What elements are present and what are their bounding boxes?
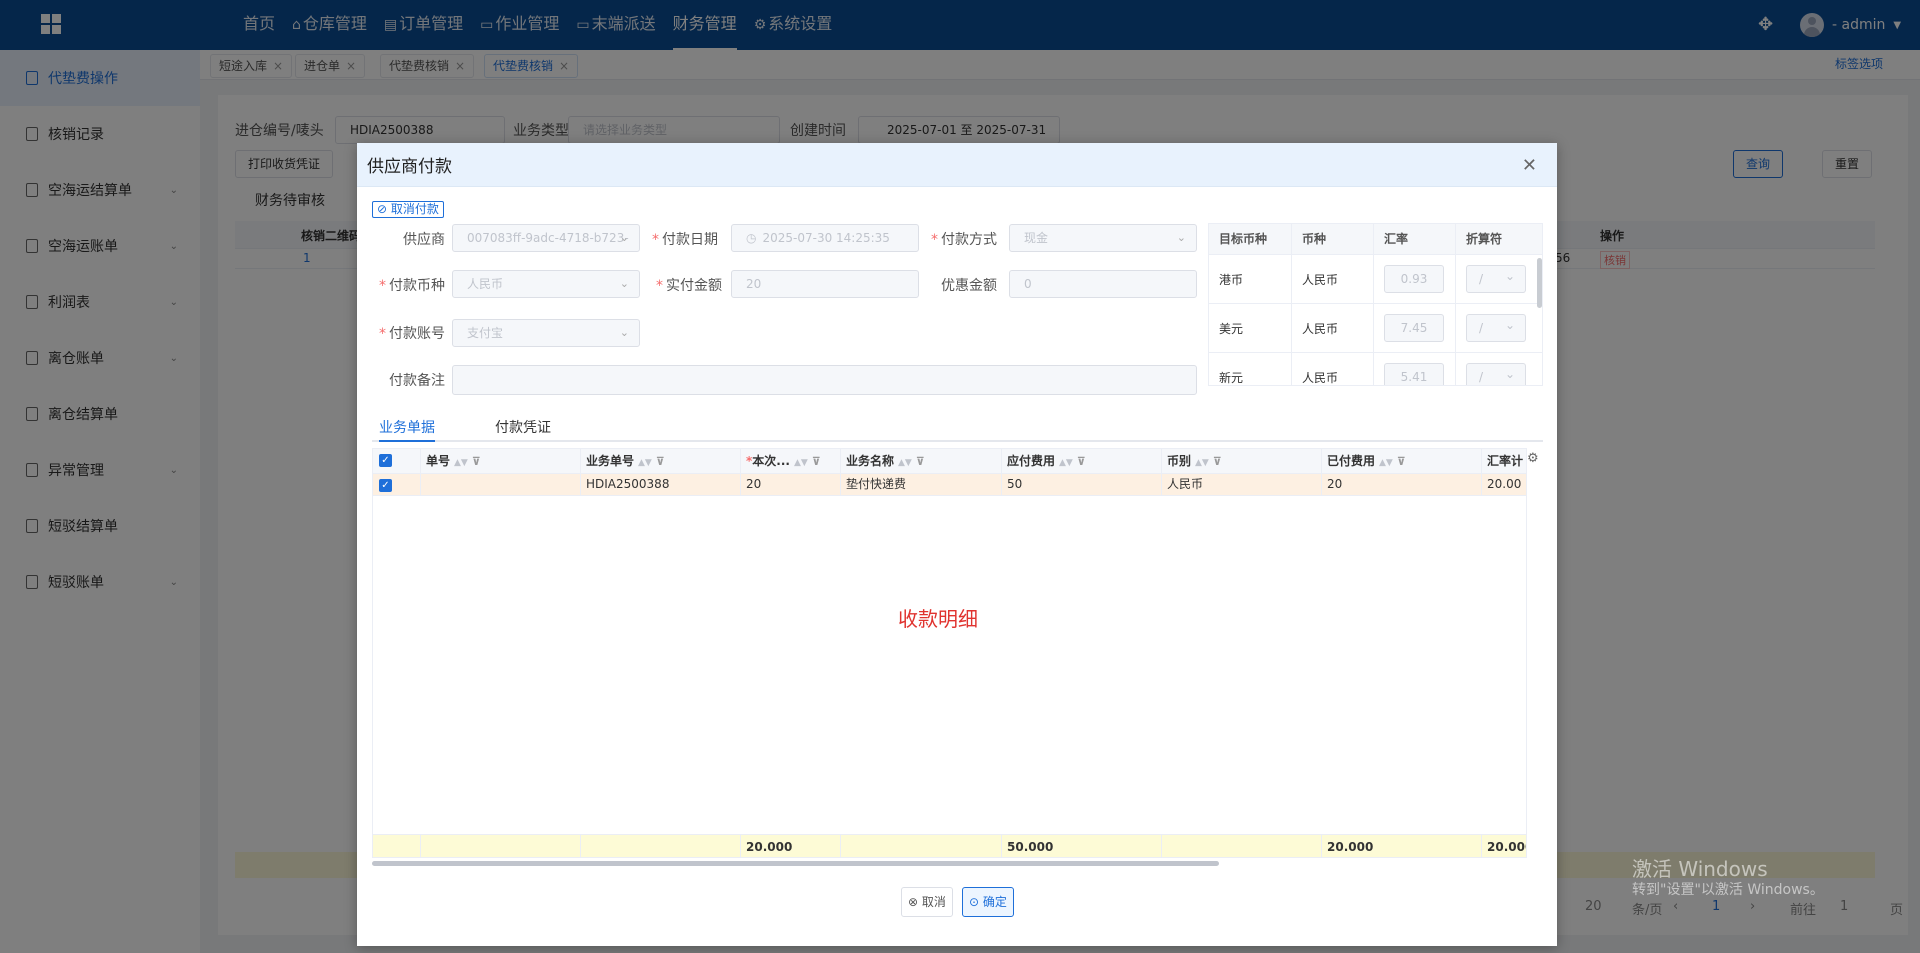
clock-icon: ◷ [746, 231, 757, 245]
confirm-button[interactable]: ⊙ 确定 [962, 887, 1014, 917]
rate-row: 港币 人民币 0.93 / [1209, 254, 1542, 303]
remark-label: 付款备注 [389, 373, 445, 389]
currency-label: * 付款币种 [379, 278, 445, 294]
col-biz-name[interactable]: 业务名称 ▲▼ ⊽ [841, 449, 1002, 473]
dialog-title: 供应商付款 [367, 157, 452, 177]
tab-business-docs[interactable]: 业务单据 [379, 418, 435, 442]
sort-icon[interactable]: ▲▼ [1379, 458, 1393, 468]
sum-payable: 50.000 [1002, 835, 1162, 857]
sum-paid: 20.000 [1322, 835, 1482, 857]
sort-icon[interactable]: ▲▼ [898, 458, 912, 468]
row-checkbox[interactable]: ✓ [379, 479, 392, 492]
actual-amount-input[interactable]: 20 [731, 270, 919, 298]
sort-icon[interactable]: ▲▼ [638, 458, 652, 468]
grid-horizontal-scrollbar[interactable] [372, 861, 1219, 866]
column-settings-icon[interactable]: ⚙ [1527, 451, 1539, 466]
filter-icon[interactable]: ⊽ [472, 455, 481, 468]
windows-watermark: 激活 Windows 转到"设置"以激活 Windows。 [1632, 857, 1824, 898]
cell-payable: 50 [1002, 474, 1162, 495]
col-no[interactable]: 单号 ▲▼ ⊽ [421, 449, 581, 473]
sum-rate-calc: 20.000 [1487, 840, 1526, 854]
filter-icon[interactable]: ⊽ [1397, 455, 1406, 468]
conversion-operator-select[interactable]: / [1466, 361, 1526, 385]
filter-icon[interactable]: ⊽ [916, 455, 925, 468]
dialog-tabs: 业务单据 付款凭证 [372, 418, 1543, 442]
rate-table-scrollbar[interactable] [1537, 258, 1542, 308]
sum-current: 20.000 [741, 835, 841, 857]
sort-icon[interactable]: ▲▼ [794, 458, 808, 468]
cell-biz-no: HDIA2500388 [581, 474, 741, 495]
filter-icon[interactable]: ⊽ [1077, 455, 1086, 468]
cell-current[interactable]: 20 [741, 474, 841, 495]
tab-payment-voucher[interactable]: 付款凭证 [495, 418, 551, 438]
sort-icon[interactable]: ▲▼ [1195, 458, 1209, 468]
rate-input[interactable]: 0.93 [1384, 265, 1444, 293]
filter-icon[interactable]: ⊽ [656, 455, 665, 468]
filter-icon[interactable]: ⊽ [1213, 455, 1222, 468]
cell-paid: 20 [1322, 474, 1482, 495]
conversion-operator-select[interactable]: / [1466, 263, 1526, 293]
supplier-payment-dialog: 供应商付款 ✕ ⊘ 取消付款 供应商 007083ff-9adc-4718-b7… [357, 143, 1557, 946]
discount-label: 优惠金额 [941, 278, 997, 294]
pay-method-select[interactable]: 现金 ⌄ [1009, 224, 1197, 252]
col-payable[interactable]: 应付费用 ▲▼ ⊽ [1002, 449, 1162, 473]
col-biz-no[interactable]: 业务单号 ▲▼ ⊽ [581, 449, 741, 473]
rate-row: 新元 人民币 5.41 / [1209, 352, 1542, 385]
table-row[interactable]: ✓ HDIA2500388 20 垫付快递费 50 人民币 20 20.00 [373, 474, 1526, 496]
pay-method-label: * 付款方式 [931, 232, 997, 248]
supplier-select[interactable]: 007083ff-9adc-4718-b723- ⌄ [452, 224, 640, 252]
rate-input[interactable]: 7.45 [1384, 314, 1444, 342]
cell-rate-calc: 20.00 [1487, 477, 1522, 491]
cell-no [421, 474, 581, 495]
pay-date-picker[interactable]: ◷ 2025-07-30 14:25:35 [731, 224, 919, 252]
receipt-detail-label: 收款明细 [898, 607, 978, 631]
rate-row: 美元 人民币 7.45 / [1209, 303, 1542, 352]
actual-amount-label: * 实付金额 [656, 278, 722, 294]
grid-summary-row: 20.000 50.000 20.000 20.000 [373, 834, 1526, 857]
filter-icon[interactable]: ⊽ [812, 455, 821, 468]
col-paid[interactable]: 已付费用 ▲▼ ⊽ [1322, 449, 1482, 473]
remark-textarea[interactable] [452, 365, 1197, 395]
cancel-button[interactable]: ⊗ 取消 [901, 887, 953, 917]
currency-select[interactable]: 人民币 ⌄ [452, 270, 640, 298]
cell-currency: 人民币 [1162, 474, 1322, 495]
check-circle-icon: ⊙ [969, 895, 983, 909]
chevron-down-icon: ⌄ [619, 326, 629, 339]
pay-date-label: * 付款日期 [652, 232, 718, 248]
conversion-operator-select[interactable]: / [1466, 312, 1526, 342]
business-docs-grid: ✓ 单号 ▲▼ ⊽ 业务单号 ▲▼ ⊽ *本次... ▲▼ ⊽ 业务名称 ▲▼ ⊽ 应付费用 ▲▼… [372, 448, 1527, 858]
close-icon[interactable]: ✕ [1522, 155, 1537, 176]
exchange-rate-table: 目标币种 币种 汇率 折算符 港币 人民币 0.93 / 美元 人民币 7.45… [1208, 223, 1543, 386]
discount-input[interactable]: 0 [1009, 270, 1197, 298]
select-all-checkbox[interactable]: ✓ [379, 454, 392, 467]
col-current[interactable]: *本次... ▲▼ ⊽ [741, 449, 841, 473]
grid-header: ✓ 单号 ▲▼ ⊽ 业务单号 ▲▼ ⊽ *本次... ▲▼ ⊽ 业务名称 ▲▼ ⊽ 应付费用 ▲▼… [373, 449, 1526, 474]
rate-table-header: 目标币种 币种 汇率 折算符 [1209, 224, 1542, 254]
supplier-label: 供应商 [403, 232, 445, 248]
chevron-down-icon: ⌄ [1176, 231, 1186, 244]
cell-biz-name: 垫付快递费 [841, 474, 1002, 495]
sort-icon[interactable]: ▲▼ [454, 458, 468, 468]
rate-input[interactable]: 5.41 [1384, 363, 1444, 385]
dialog-header: 供应商付款 ✕ [357, 143, 1557, 187]
account-select[interactable]: 支付宝 ⌄ [452, 319, 640, 347]
account-label: * 付款账号 [379, 326, 445, 342]
cancel-circle-icon: ⊗ [908, 895, 922, 909]
cancel-payment-button[interactable]: ⊘ 取消付款 [372, 201, 444, 218]
col-rate-calc[interactable]: 汇率计 [1482, 449, 1526, 473]
col-currency[interactable]: 币别 ▲▼ ⊽ [1162, 449, 1322, 473]
select-all-checkbox-cell: ✓ [373, 449, 421, 473]
chevron-down-icon: ⌄ [619, 277, 629, 290]
chevron-down-icon: ⌄ [619, 231, 629, 244]
sort-icon[interactable]: ▲▼ [1059, 458, 1073, 468]
